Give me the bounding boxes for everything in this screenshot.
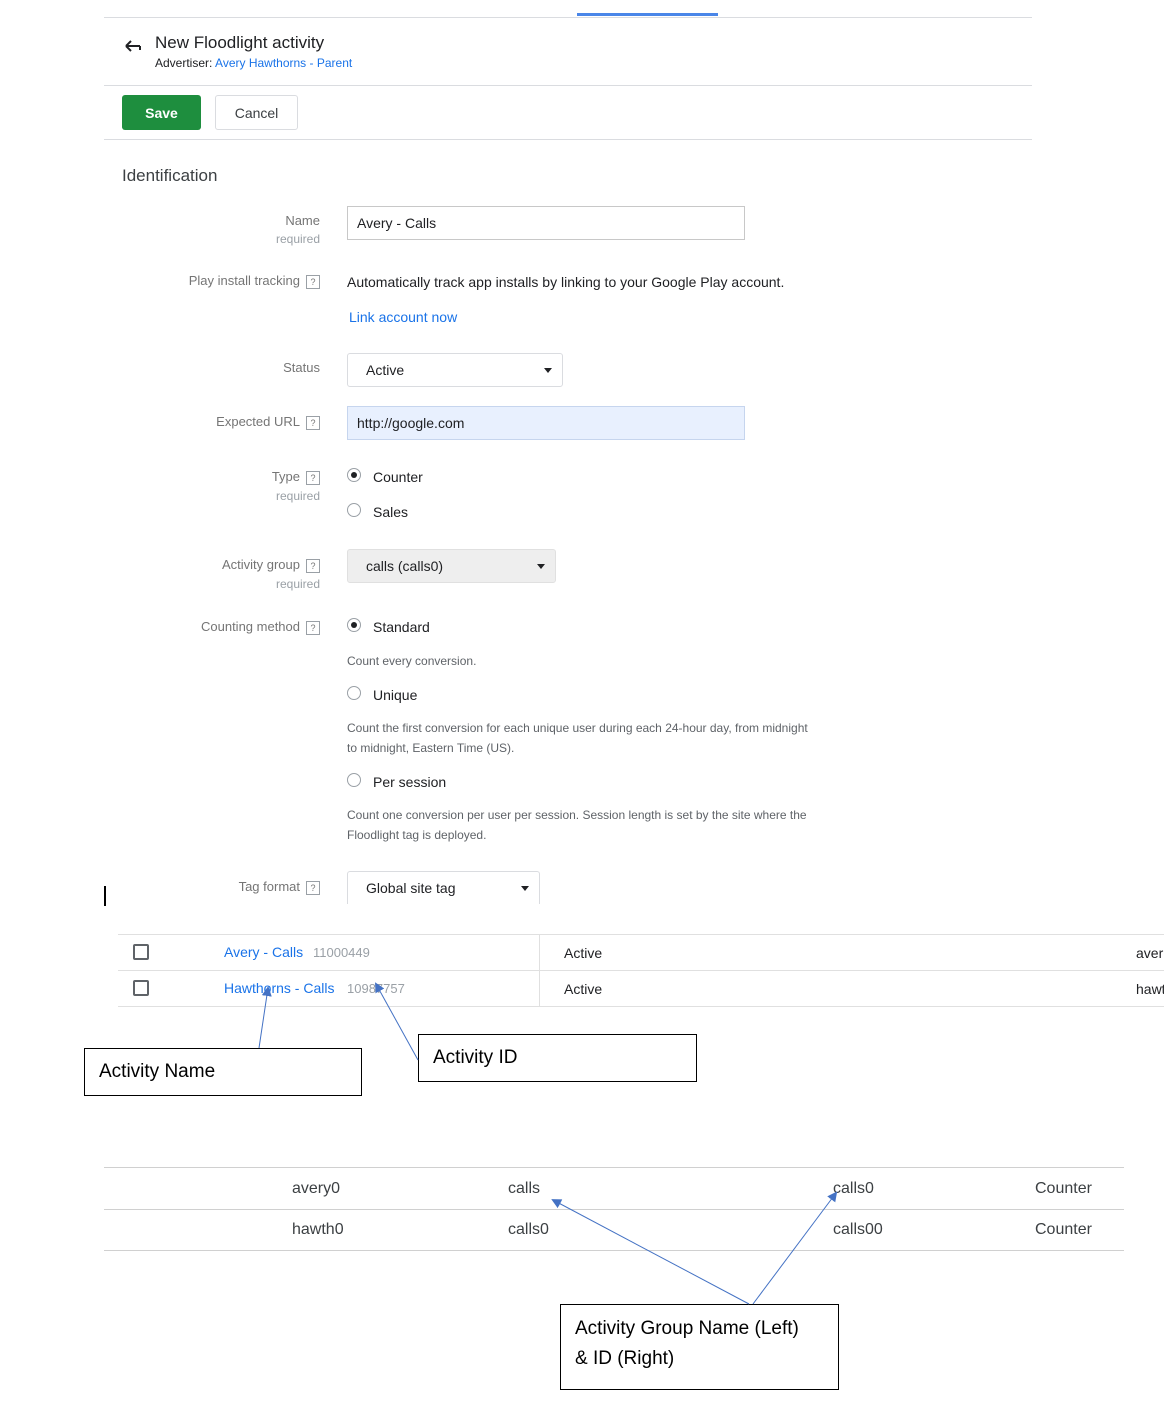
activity-id-arrow [375,982,419,1061]
group-id-arrow [752,1191,838,1305]
group-name-arrow [551,1199,750,1305]
activity-name-arrow [258,986,272,1049]
annotation-arrows [258,982,838,1305]
